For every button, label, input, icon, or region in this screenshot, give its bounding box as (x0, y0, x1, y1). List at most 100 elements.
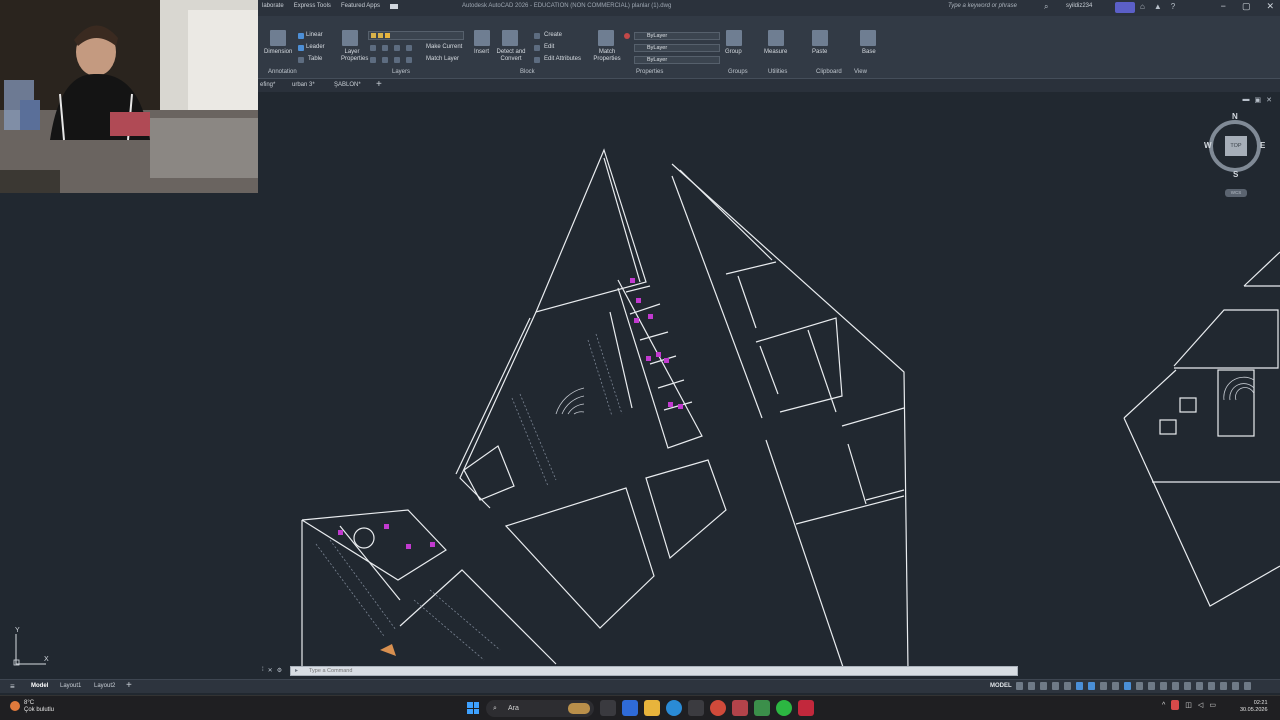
clipboard-panel-label[interactable]: Clipboard (816, 69, 842, 75)
layer-tool-icon[interactable] (382, 57, 388, 63)
block-panel-label[interactable]: Block (520, 69, 535, 75)
detect-convert-button[interactable]: Detect and Convert (495, 49, 527, 63)
annotation-monitor-icon[interactable] (1160, 682, 1167, 690)
edit-attributes-button[interactable]: Edit Attributes (544, 56, 581, 62)
command-grip-icon[interactable]: ⁞ (262, 667, 264, 674)
game-icon[interactable] (754, 700, 770, 716)
search-icon[interactable]: ⌕ (1044, 2, 1048, 12)
close-icon[interactable]: ✕ (1266, 1, 1274, 12)
groups-panel-label[interactable]: Groups (728, 69, 748, 75)
microphone-icon[interactable] (1171, 700, 1180, 710)
help-icon[interactable]: ? (1171, 2, 1175, 11)
group-icon[interactable] (726, 30, 742, 46)
isodraft-icon[interactable] (1064, 682, 1071, 690)
lock-ui-icon[interactable] (1196, 682, 1203, 690)
base-icon[interactable] (860, 30, 876, 46)
layer-tool-icon[interactable] (370, 45, 376, 51)
insert-button[interactable]: Insert (474, 49, 489, 55)
windows-start-button[interactable] (467, 702, 479, 714)
layer-tool-icon[interactable] (394, 57, 400, 63)
compass-south[interactable]: S (1233, 170, 1238, 179)
base-button[interactable]: Base (862, 49, 876, 55)
layer-tool-icon[interactable] (406, 45, 412, 51)
make-current-button[interactable]: Make Current (426, 44, 462, 50)
autocad-taskbar-icon[interactable] (732, 700, 748, 716)
command-input[interactable] (309, 667, 709, 675)
file-tab-urban[interactable]: urban 3* (292, 82, 315, 88)
leader-button[interactable]: Leader (306, 44, 325, 50)
help-search-input[interactable]: Type a keyword or phrase (948, 3, 1017, 9)
user-account[interactable]: syildiz234 (1066, 3, 1092, 9)
file-explorer-icon[interactable] (644, 700, 660, 716)
lineweight-dropdown[interactable]: ByLayer (634, 56, 720, 64)
add-layout-button[interactable]: + (126, 680, 132, 691)
match-properties-button[interactable]: Match Properties (592, 49, 622, 63)
battery-icon[interactable]: ▭ (1209, 701, 1216, 709)
graphics-performance-icon[interactable] (1220, 682, 1227, 690)
properties-panel-label[interactable]: Properties (636, 69, 663, 75)
dimension-button[interactable]: Dimension (264, 49, 292, 55)
ortho-icon[interactable] (1040, 682, 1047, 690)
tab-layout1[interactable]: Layout1 (60, 683, 81, 689)
linear-button[interactable]: Linear (306, 32, 323, 38)
tab-layout2[interactable]: Layout2 (94, 683, 115, 689)
menu-icon[interactable]: ≡ (10, 682, 15, 691)
table-button[interactable]: Table (308, 56, 322, 62)
annotation-scale-icon[interactable] (1136, 682, 1143, 690)
viewcube[interactable]: TOP N S E W WCS (1204, 112, 1270, 202)
grid-icon[interactable] (1016, 682, 1023, 690)
annotation-panel-label[interactable]: Annotation (268, 69, 297, 75)
paste-icon[interactable] (812, 30, 828, 46)
object-track-icon[interactable] (1076, 682, 1083, 690)
network-icon[interactable]: ◫ (1185, 701, 1192, 709)
layer-tool-icon[interactable] (394, 45, 400, 51)
store-icon[interactable] (688, 700, 704, 716)
layer-properties-button[interactable]: Layer Properties (341, 49, 368, 63)
workspace-icon[interactable] (1148, 682, 1155, 690)
color-dropdown[interactable]: ByLayer (634, 32, 720, 40)
paste-button[interactable]: Paste (812, 49, 827, 55)
copilot-icon[interactable] (622, 700, 638, 716)
whatsapp-icon[interactable] (776, 700, 792, 716)
layer-tool-icon[interactable] (406, 57, 412, 63)
customization-icon[interactable] (1244, 682, 1251, 690)
clean-screen-icon[interactable] (1232, 682, 1239, 690)
linetype-dropdown[interactable]: ByLayer (634, 44, 720, 52)
tab-featured-apps[interactable]: Featured Apps (341, 3, 380, 9)
layer-tool-icon[interactable] (370, 57, 376, 63)
osnap-icon[interactable] (1088, 682, 1095, 690)
units-icon[interactable] (1172, 682, 1179, 690)
quick-properties-icon[interactable] (1184, 682, 1191, 690)
command-line[interactable]: ▸ (290, 666, 1018, 676)
detect-convert-icon[interactable] (502, 30, 518, 46)
tab-overflow-icon[interactable] (389, 4, 398, 9)
create-button[interactable]: Create (544, 32, 562, 38)
polar-icon[interactable] (1052, 682, 1059, 690)
new-tab-button[interactable]: + (376, 79, 382, 90)
weather-icon[interactable] (10, 701, 20, 711)
insert-icon[interactable] (474, 30, 490, 46)
maximize-icon[interactable]: ▢ (1242, 1, 1251, 12)
compass-north[interactable]: N (1232, 112, 1238, 121)
app-store-icon[interactable]: ▲ (1154, 2, 1162, 11)
view-panel-label[interactable]: View (854, 69, 867, 75)
utilities-panel-label[interactable]: Utilities (768, 69, 787, 75)
lineweight-icon[interactable] (1100, 682, 1107, 690)
measure-icon[interactable] (768, 30, 784, 46)
dimension-icon[interactable] (270, 30, 286, 46)
tab-express-tools[interactable]: Express Tools (294, 3, 331, 9)
edit-button[interactable]: Edit (544, 44, 554, 50)
layers-panel-label[interactable]: Layers (392, 69, 410, 75)
match-properties-icon[interactable] (598, 30, 614, 46)
tray-chevron-icon[interactable]: ^ (1162, 702, 1165, 709)
system-clock[interactable]: 02:21 30.05.2026 (1240, 700, 1268, 714)
compass-west[interactable]: W (1204, 141, 1212, 150)
transparency-icon[interactable] (1112, 682, 1119, 690)
speaker-icon[interactable]: ◁ (1198, 701, 1203, 709)
match-layer-button[interactable]: Match Layer (426, 56, 459, 62)
command-close-icon[interactable]: ✕ (268, 667, 273, 674)
viewcube-top-face[interactable]: TOP (1225, 136, 1247, 156)
group-button[interactable]: Group (725, 49, 742, 55)
tab-model[interactable]: Model (31, 683, 48, 689)
file-tab-efing[interactable]: efing* (260, 82, 275, 88)
